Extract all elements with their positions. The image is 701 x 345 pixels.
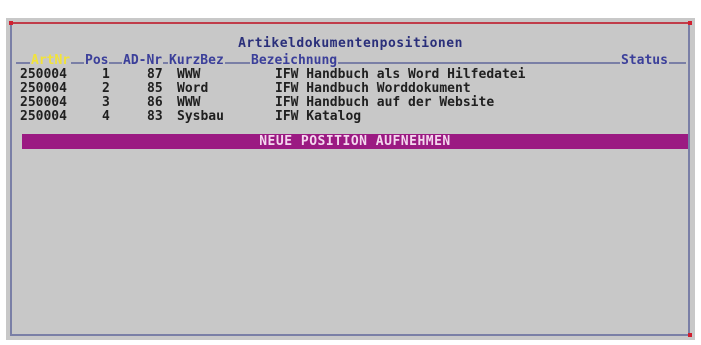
cell-bezeichnung: IFW Handbuch Worddokument <box>275 81 471 96</box>
column-header-kurzbez[interactable]: KurzBez <box>168 53 225 68</box>
terminal-screen: Artikeldokumentenpositionen ArtNr Pos AD… <box>0 0 701 345</box>
column-header-pos[interactable]: Pos <box>84 53 110 68</box>
corner-marker-top-right <box>688 21 692 25</box>
cell-pos: 2 <box>102 81 110 96</box>
cell-kurzbez: Word <box>177 81 209 96</box>
corner-marker-bottom-right <box>688 333 692 337</box>
column-header-rule <box>16 62 686 64</box>
window-frame-left <box>10 22 12 336</box>
cell-kurzbez: Sysbau <box>177 109 224 124</box>
cell-artnr: 250004 <box>20 95 67 110</box>
cell-bezeichnung: IFW Handbuch als Word Hilfedatei <box>275 67 526 82</box>
window-frame-right <box>688 22 690 336</box>
cell-artnr: 250004 <box>20 109 67 124</box>
column-header-artnr[interactable]: ArtNr <box>30 53 72 68</box>
cell-ad-nr: 85 <box>147 81 163 96</box>
cell-bezeichnung: IFW Handbuch auf der Website <box>275 95 495 110</box>
column-header-status[interactable]: Status <box>620 53 669 68</box>
cell-pos: 3 <box>102 95 110 110</box>
window-frame-bottom <box>10 334 690 336</box>
cell-pos: 4 <box>102 109 110 124</box>
corner-marker-top-left <box>9 21 13 25</box>
cell-ad-nr: 83 <box>147 109 163 124</box>
new-position-row[interactable]: NEUE POSITION AUFNEHMEN <box>22 134 688 149</box>
column-header-bezeichnung[interactable]: Bezeichnung <box>250 53 339 68</box>
cell-ad-nr: 87 <box>147 67 163 82</box>
window-title: Artikeldokumentenpositionen <box>238 36 463 51</box>
cell-kurzbez: WWW <box>177 95 201 110</box>
cell-ad-nr: 86 <box>147 95 163 110</box>
cell-bezeichnung: IFW Katalog <box>275 109 362 124</box>
cell-artnr: 250004 <box>20 67 67 82</box>
cell-pos: 1 <box>102 67 110 82</box>
column-header-ad-nr[interactable]: AD-Nr <box>122 53 164 68</box>
cell-kurzbez: WWW <box>177 67 201 82</box>
cell-artnr: 250004 <box>20 81 67 96</box>
window-frame-top <box>10 22 690 24</box>
